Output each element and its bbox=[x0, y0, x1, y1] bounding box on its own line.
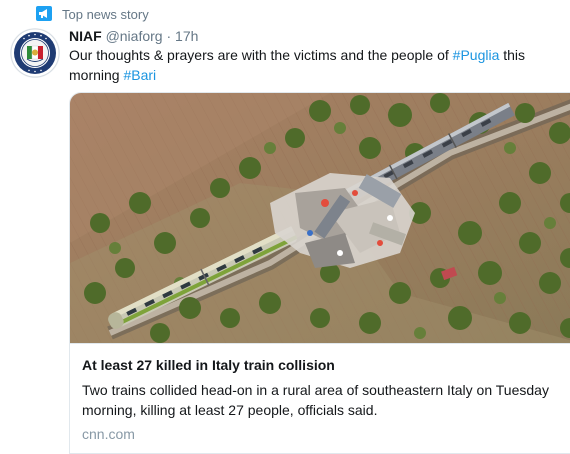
card-image-train-crash bbox=[70, 93, 570, 343]
tweet-header: NIAF @niaforg · 17h bbox=[69, 27, 562, 45]
tweet-timestamp[interactable]: 17h bbox=[175, 28, 198, 44]
link-card[interactable]: At least 27 killed in Italy train collis… bbox=[69, 92, 570, 454]
avatar[interactable] bbox=[10, 28, 60, 78]
author-name[interactable]: NIAF bbox=[69, 28, 102, 44]
hashtag-bari[interactable]: #Bari bbox=[123, 67, 156, 83]
card-body[interactable]: At least 27 killed in Italy train collis… bbox=[70, 343, 570, 443]
card-description: Two trains collided head-on in a rural a… bbox=[82, 382, 549, 418]
hashtag-puglia[interactable]: #Puglia bbox=[453, 47, 500, 63]
card-title[interactable]: At least 27 killed in Italy train collis… bbox=[82, 356, 568, 374]
top-news-label-text: Top news story bbox=[62, 6, 149, 22]
card-domain: cnn.com bbox=[82, 426, 135, 442]
niaf-seal-icon bbox=[10, 28, 60, 78]
top-news-label: Top news story bbox=[36, 4, 149, 24]
author-handle[interactable]: @niaforg bbox=[106, 28, 163, 44]
megaphone-icon bbox=[36, 6, 52, 21]
tweet-text: Our thoughts & prayers are with the vict… bbox=[69, 45, 564, 85]
separator: · bbox=[166, 28, 172, 44]
tweet-text-part-1: Our thoughts & prayers are with the vict… bbox=[69, 47, 453, 63]
